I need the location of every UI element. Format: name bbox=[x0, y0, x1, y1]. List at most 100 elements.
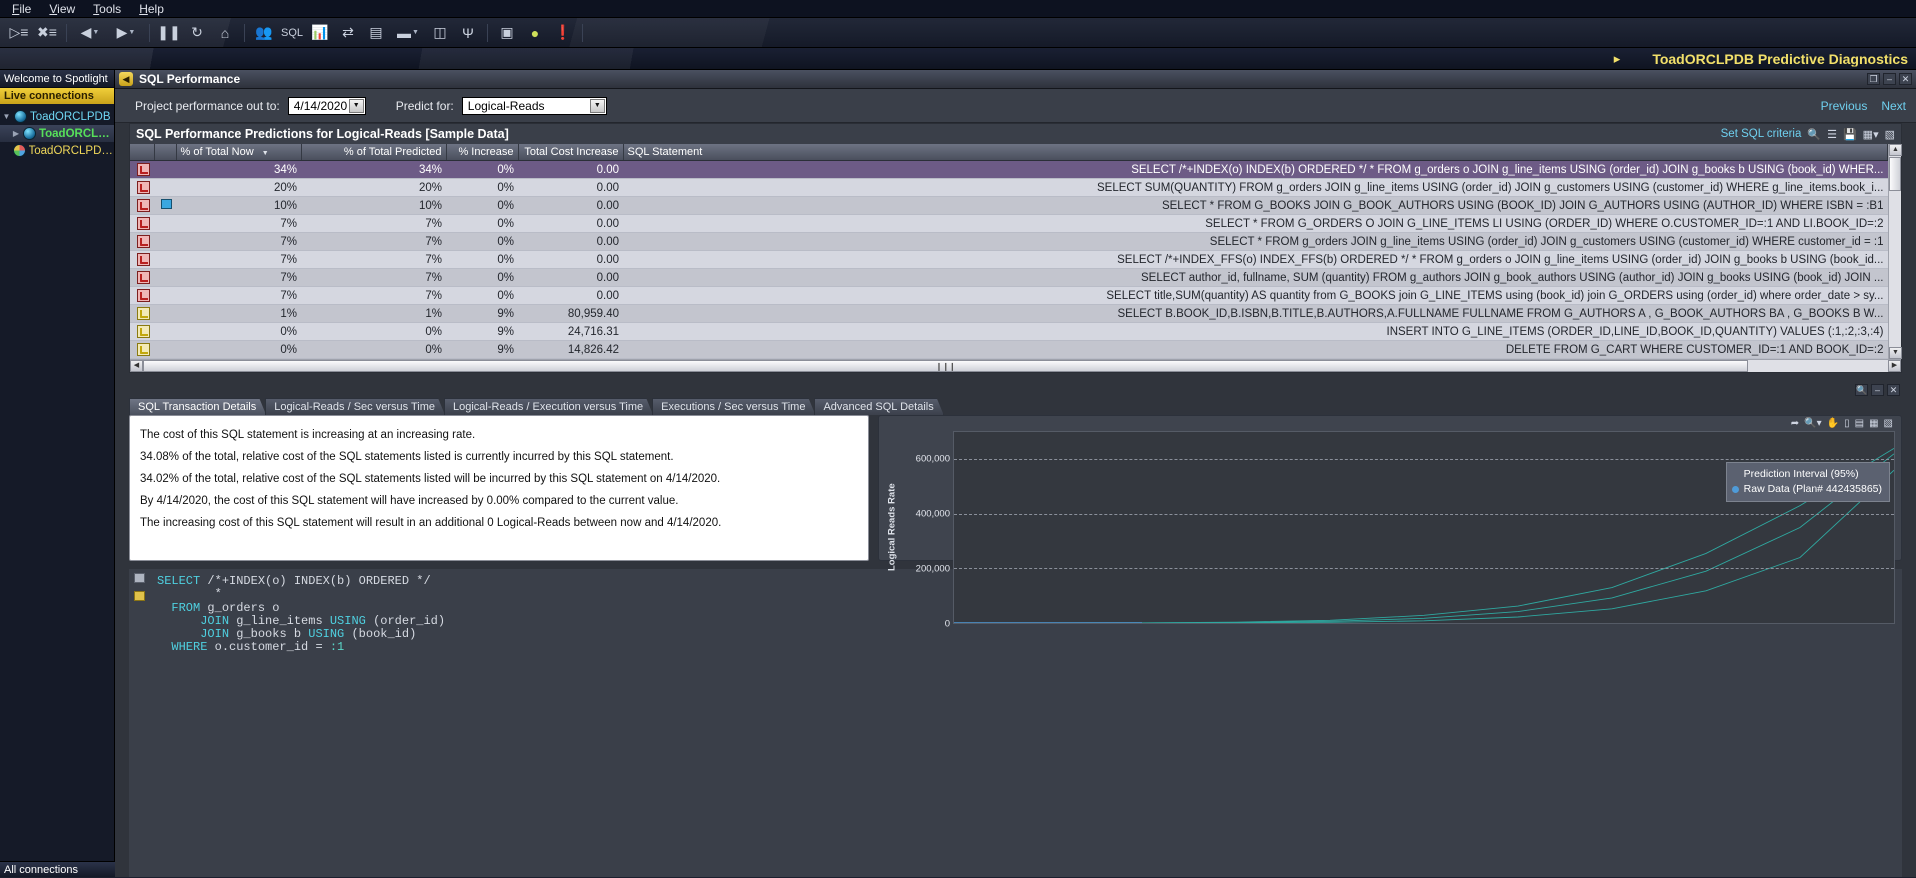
scroll-right-arrow[interactable]: ▶ bbox=[1888, 360, 1901, 372]
detail-paragraph: The cost of this SQL statement is increa… bbox=[140, 429, 476, 441]
sidebar-welcome-header[interactable]: Welcome to Spotlight bbox=[0, 70, 114, 88]
hscroll-track[interactable]: ❙❙❙ bbox=[143, 360, 1888, 372]
pause-icon[interactable]: ❚❚ bbox=[156, 21, 182, 45]
tab-sql-transaction-details[interactable]: SQL Transaction Details bbox=[129, 398, 266, 415]
sql-token: (book_id) bbox=[344, 627, 417, 642]
chart-view-2-icon[interactable]: ▤ bbox=[1855, 418, 1864, 429]
window-icon[interactable]: ▬ ▼ bbox=[391, 21, 425, 45]
table-row[interactable]: 34% 34% 0% 0.00 SELECT /*+INDEX(o) INDEX(b) … bbox=[130, 160, 1888, 179]
forward-icon[interactable]: ▶ ▼ bbox=[109, 21, 143, 45]
header-percent-total-now[interactable]: % of Total Now ▼ bbox=[176, 144, 302, 161]
filter-icon[interactable]: ☰ bbox=[1827, 128, 1837, 141]
table-row[interactable]: 7% 7% 0% 0.00 SELECT * FROM g_orders JOIN g_… bbox=[130, 232, 1888, 251]
all-connections-footer[interactable]: All connections bbox=[0, 861, 115, 877]
table-row[interactable]: 0% 0% 9% 24,716.31 INSERT INTO G_LINE_ITEMS … bbox=[130, 322, 1888, 341]
details-close-button[interactable]: ✕ bbox=[1887, 384, 1900, 396]
sidebar-live-connections-header[interactable]: Live connections bbox=[0, 88, 114, 104]
explain-plan-icon[interactable] bbox=[133, 591, 145, 601]
next-link[interactable]: Next bbox=[1881, 99, 1906, 113]
sidebar-item-toadorclpdb-logs[interactable]: ToadORCLPDB lo... bbox=[0, 142, 114, 159]
chart-view-1-icon[interactable]: ▯ bbox=[1844, 418, 1850, 429]
grid-vertical-scrollbar[interactable]: ▲ ▼ bbox=[1888, 144, 1902, 359]
connect-icon[interactable]: ▷≡ bbox=[6, 21, 32, 45]
previous-link[interactable]: Previous bbox=[1821, 99, 1868, 113]
table-row[interactable]: 7% 7% 0% 0.00 SELECT /*+INDEX_FFS(o) INDEX_F… bbox=[130, 250, 1888, 269]
details-zoom-icon[interactable]: 🔍 bbox=[1855, 384, 1868, 396]
server-icon[interactable]: ▤ bbox=[363, 21, 389, 45]
menu-item-help[interactable]: Help bbox=[131, 1, 172, 17]
copy-icon[interactable] bbox=[133, 573, 145, 583]
find-icon[interactable]: 🔍 bbox=[1807, 128, 1821, 141]
refresh-icon[interactable]: ↻ bbox=[184, 21, 210, 45]
scroll-left-arrow[interactable]: ◀ bbox=[130, 360, 143, 372]
chart-view-3-icon[interactable]: ▦ bbox=[1869, 418, 1878, 429]
database-icon[interactable]: ◫ bbox=[427, 21, 453, 45]
tab-advanced-sql-details[interactable]: Advanced SQL Details bbox=[814, 398, 943, 415]
tab-logical-reads-sec-versus-time[interactable]: Logical-Reads / Sec versus Time bbox=[265, 398, 445, 415]
header-sql-statement[interactable]: SQL Statement bbox=[623, 144, 1888, 161]
sidebar-item-toadorclpd-active[interactable]: ▶ ToadORCLPD... bbox=[0, 125, 114, 142]
save-icon[interactable]: 💾 bbox=[1843, 128, 1857, 141]
chart-toolbar: ➦ 🔍▾ ✋ ▯ ▤ ▦ ▧ bbox=[879, 416, 1901, 429]
grid-icon[interactable]: ▧ bbox=[1885, 128, 1895, 141]
horizontal-scroll-thumb[interactable]: ❙❙❙ bbox=[143, 360, 1749, 372]
set-sql-criteria-link[interactable]: Set SQL criteria bbox=[1721, 128, 1802, 140]
header-percent-increase[interactable]: % Increase bbox=[446, 144, 519, 161]
predict-metric-select[interactable]: Logical-Reads ▼ bbox=[461, 96, 607, 115]
expander-icon[interactable]: ▼ bbox=[2, 112, 11, 121]
table-row[interactable]: 0% 0% 9% 14,826.42 DELETE FROM G_CART WHERE … bbox=[130, 340, 1888, 359]
exclamation-icon[interactable]: ❗ bbox=[550, 21, 576, 45]
chevron-down-icon[interactable]: ▼ bbox=[348, 98, 364, 113]
pointer-icon[interactable]: ➦ bbox=[1791, 418, 1799, 429]
table-row[interactable]: 10% 10% 0% 0.00 SELECT * FROM G_BOOKS JOIN G… bbox=[130, 196, 1888, 215]
table-row[interactable]: 7% 7% 0% 0.00 SELECT title,SUM(quantity) AS … bbox=[130, 286, 1888, 305]
tuning-icon[interactable]: Ψ bbox=[455, 21, 481, 45]
grid-horizontal-scrollbar[interactable]: ◀ ❙❙❙ ▶ bbox=[130, 359, 1901, 372]
menu-item-tools[interactable]: Tools bbox=[85, 1, 129, 17]
cell-percent-total-predicted: 7% bbox=[301, 232, 446, 251]
sidebar-item-toadorclpdb[interactable]: ▼ ToadORCLPDB bbox=[0, 108, 114, 125]
chart-icon[interactable]: 📊 bbox=[307, 21, 333, 45]
chart-view-4-icon[interactable]: ▧ bbox=[1884, 418, 1893, 429]
sql-icon[interactable]: SQL bbox=[279, 21, 305, 45]
row-flag-cell bbox=[154, 196, 176, 215]
zoom-icon[interactable]: 🔍▾ bbox=[1804, 418, 1821, 429]
tab-executions-sec-versus-time[interactable]: Executions / Sec versus Time bbox=[652, 398, 815, 415]
minimize-button[interactable]: – bbox=[1883, 73, 1896, 85]
menu-item-file[interactable]: File bbox=[4, 1, 39, 17]
cell-total-cost-increase: 14,826.42 bbox=[518, 340, 623, 359]
table-row[interactable]: 20% 20% 0% 0.00 SELECT SUM(QUANTITY) FROM g_… bbox=[130, 178, 1888, 197]
pan-icon[interactable]: ✋ bbox=[1827, 418, 1839, 429]
trash-icon[interactable]: ▣ bbox=[494, 21, 520, 45]
details-minimize-button[interactable]: – bbox=[1871, 384, 1884, 396]
back-icon[interactable]: ◀ ▼ bbox=[73, 21, 107, 45]
row-flag-cell bbox=[154, 160, 176, 179]
scroll-down-arrow[interactable]: ▼ bbox=[1889, 347, 1902, 359]
chevron-down-icon[interactable]: ▼ bbox=[589, 98, 605, 113]
header-percent-total-predicted[interactable]: % of Total Predicted bbox=[301, 144, 447, 161]
tab-logical-reads-execution-versus-time[interactable]: Logical-Reads / Execution versus Time bbox=[444, 398, 653, 415]
export-icon[interactable]: ▦▾ bbox=[1863, 128, 1879, 141]
alert-icon[interactable]: ● bbox=[522, 21, 548, 45]
main-area: Welcome to Spotlight Live connections ▼ … bbox=[0, 70, 1916, 877]
close-button[interactable]: ✕ bbox=[1899, 73, 1912, 85]
restore-button[interactable]: ❐ bbox=[1867, 73, 1880, 85]
expander-icon[interactable]: ▶ bbox=[12, 129, 20, 138]
table-row[interactable]: 7% 7% 0% 0.00 SELECT * FROM G_ORDERS O JOIN … bbox=[130, 214, 1888, 233]
table-row[interactable]: 1% 1% 9% 80,959.40 SELECT B.BOOK_ID,B.ISBN,B… bbox=[130, 304, 1888, 323]
connection-icon bbox=[14, 110, 27, 123]
projection-date-select[interactable]: 4/14/2020 ▼ bbox=[287, 96, 366, 115]
users-icon[interactable]: 👥 bbox=[251, 21, 277, 45]
vertical-scroll-thumb[interactable] bbox=[1889, 157, 1901, 191]
menu-item-view[interactable]: View bbox=[41, 1, 83, 17]
back-chevron-icon[interactable]: ◀ bbox=[119, 72, 133, 86]
exchange-icon[interactable]: ⇄ bbox=[335, 21, 361, 45]
table-row[interactable]: 7% 7% 0% 0.00 SELECT author_id, fullname, SU… bbox=[130, 268, 1888, 287]
disconnect-icon[interactable]: ✖≡ bbox=[34, 21, 60, 45]
header-icon-col bbox=[130, 144, 155, 161]
home-icon[interactable]: ⌂ bbox=[212, 21, 238, 45]
scroll-up-arrow[interactable]: ▲ bbox=[1889, 144, 1902, 156]
chart-gridline bbox=[954, 459, 1894, 461]
chart-plot-area[interactable]: Prediction Interval (95%) Raw Data (Plan#… bbox=[953, 431, 1895, 624]
header-total-cost-increase[interactable]: Total Cost Increase bbox=[518, 144, 624, 161]
